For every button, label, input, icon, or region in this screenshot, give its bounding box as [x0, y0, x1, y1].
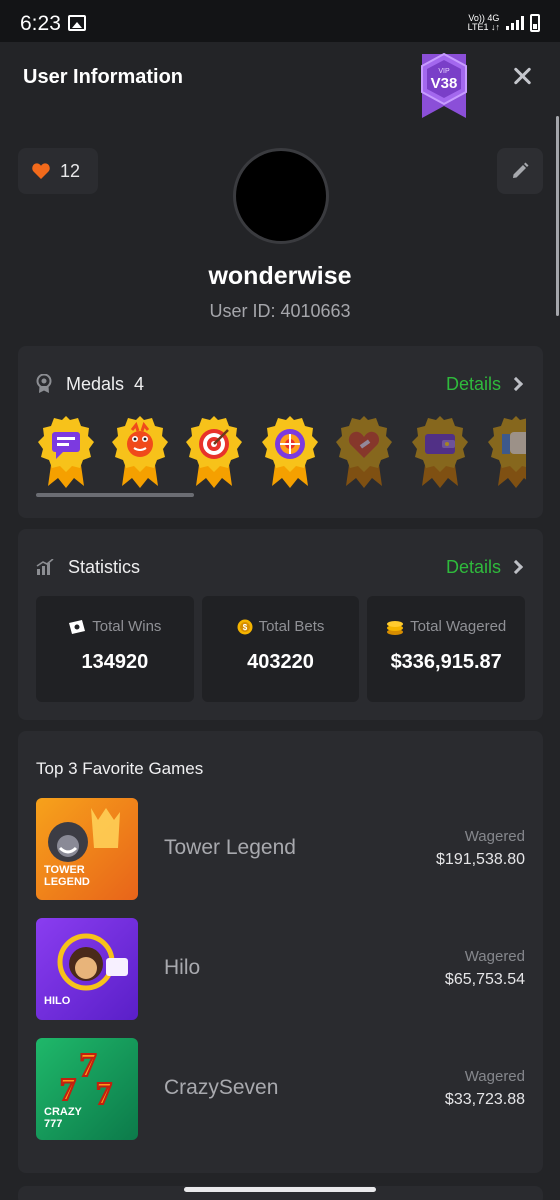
statistics-header: Statistics Details	[36, 555, 525, 579]
thumb-text: HILO	[44, 995, 71, 1007]
wagered-label: Wagered	[464, 948, 525, 965]
gallery-icon	[68, 15, 86, 31]
crazyseven-thumbnail[interactable]: 7 7 7 CRAZY 777	[36, 1038, 138, 1140]
coin-stack-icon	[387, 620, 404, 635]
dragon-medal-icon[interactable]	[110, 414, 170, 490]
user-id: User ID: 4010663	[209, 301, 351, 321]
stat-value: 134920	[81, 651, 149, 673]
svg-text:$: $	[242, 623, 247, 632]
home-indicator[interactable]	[184, 1187, 376, 1192]
wagered-value: $33,723.88	[444, 1091, 525, 1108]
vip-badge-icon[interactable]: VIP V38	[418, 48, 470, 118]
medals-card: Medals 4 Details	[18, 346, 543, 518]
close-button[interactable]	[510, 64, 534, 88]
medals-list[interactable]	[36, 414, 526, 494]
vip-small-text: VIP	[438, 68, 450, 75]
game-row[interactable]: 7 7 7 CRAZY 777 CrazySeven Wagered $33,7…	[36, 1038, 525, 1140]
stat-value: 403220	[247, 651, 314, 673]
hand-medal-icon[interactable]	[486, 414, 526, 490]
medals-details-link[interactable]: Details	[446, 374, 525, 395]
wagered-value: $191,538.80	[436, 851, 525, 868]
stat-total-wins: Total Wins 134920	[36, 596, 194, 702]
stat-label-row: $ Total Bets	[202, 618, 360, 635]
svg-text:7: 7	[80, 1047, 97, 1084]
statistics-details-link[interactable]: Details	[446, 557, 525, 578]
vip-level-text: V38	[431, 75, 458, 92]
game-name: CrazySeven	[164, 1076, 279, 1099]
stat-label: Total Wagered	[410, 618, 507, 635]
wagered-label: Wagered	[464, 1068, 525, 1085]
chevron-right-icon	[508, 376, 524, 392]
status-bar: 6:23 Vo)) 4G LTE1 ↓↑	[0, 0, 560, 42]
game-name: Hilo	[164, 956, 201, 979]
wallet-medal-icon[interactable]	[410, 414, 470, 490]
pencil-icon	[513, 162, 529, 178]
heart-medal-icon[interactable]	[334, 414, 394, 490]
username: wonderwise	[208, 262, 352, 290]
tower-legend-thumbnail[interactable]: TOWER LEGEND	[36, 798, 138, 900]
game-row[interactable]: HILO Hilo Wagered $65,753.54	[36, 918, 525, 1020]
game-name: Tower Legend	[164, 836, 296, 859]
avatar[interactable]	[233, 148, 329, 244]
medal-icon	[36, 374, 52, 393]
svg-text:7: 7	[60, 1071, 76, 1107]
coin-icon: $	[237, 619, 253, 634]
battery-icon	[530, 14, 540, 32]
network-label: Vo)) 4G LTE1 ↓↑	[468, 14, 500, 32]
statistics-card: Statistics Details Total Wins 134920 $ T…	[18, 529, 543, 720]
status-indicators: Vo)) 4G LTE1 ↓↑	[468, 14, 540, 32]
chart-icon	[36, 559, 54, 575]
stat-label: Total Wins	[92, 618, 162, 635]
thumb-text: CRAZY 777	[44, 1106, 82, 1130]
stat-label-row: Total Wagered	[367, 618, 525, 635]
game-row[interactable]: TOWER LEGEND Tower Legend Wagered $191,5…	[36, 798, 525, 900]
stat-label: Total Bets	[258, 618, 325, 635]
medals-label: Medals	[66, 373, 125, 394]
status-time: 6:23	[20, 12, 61, 35]
stat-total-wagered: Total Wagered $336,915.87	[367, 596, 526, 702]
page-title: User Information	[23, 66, 184, 88]
statistics-details-label: Details	[445, 556, 501, 577]
thumb-text: TOWER LEGEND	[44, 864, 90, 888]
wagered-label: Wagered	[464, 828, 525, 845]
svg-text:7: 7	[96, 1075, 112, 1111]
stat-label-row: Total Wins	[36, 618, 194, 635]
like-button[interactable]: 12	[18, 148, 98, 194]
wheel-medal-icon[interactable]	[260, 414, 320, 490]
medals-header: Medals 4 Details	[36, 372, 525, 396]
favorite-games-card: Top 3 Favorite Games TOWER LEGEND Tower …	[18, 731, 543, 1173]
target-medal-icon[interactable]	[184, 414, 244, 490]
ticket-icon	[69, 619, 86, 634]
hilo-thumbnail[interactable]: HILO	[36, 918, 138, 1020]
medals-count: 4	[134, 373, 145, 394]
like-count: 12	[60, 160, 81, 181]
network-bottom: LTE1 ↓↑	[467, 22, 500, 32]
stat-value: $336,915.87	[390, 651, 502, 673]
favorite-games-title: Top 3 Favorite Games	[36, 759, 204, 778]
medals-details-label: Details	[445, 373, 501, 394]
wagered-value: $65,753.54	[444, 971, 525, 988]
modal-header: User Information VIP V38	[0, 42, 560, 118]
statistics-label: Statistics	[68, 556, 141, 577]
stat-total-bets: $ Total Bets 403220	[201, 596, 360, 702]
chevron-right-icon	[508, 559, 524, 575]
chat-medal-icon[interactable]	[36, 414, 96, 490]
signal-icon	[506, 16, 524, 30]
heart-icon	[32, 163, 50, 179]
edit-profile-button[interactable]	[497, 148, 543, 194]
statistics-row: Total Wins 134920 $ Total Bets 403220 To…	[36, 596, 526, 702]
medals-scrollbar[interactable]	[36, 493, 194, 497]
